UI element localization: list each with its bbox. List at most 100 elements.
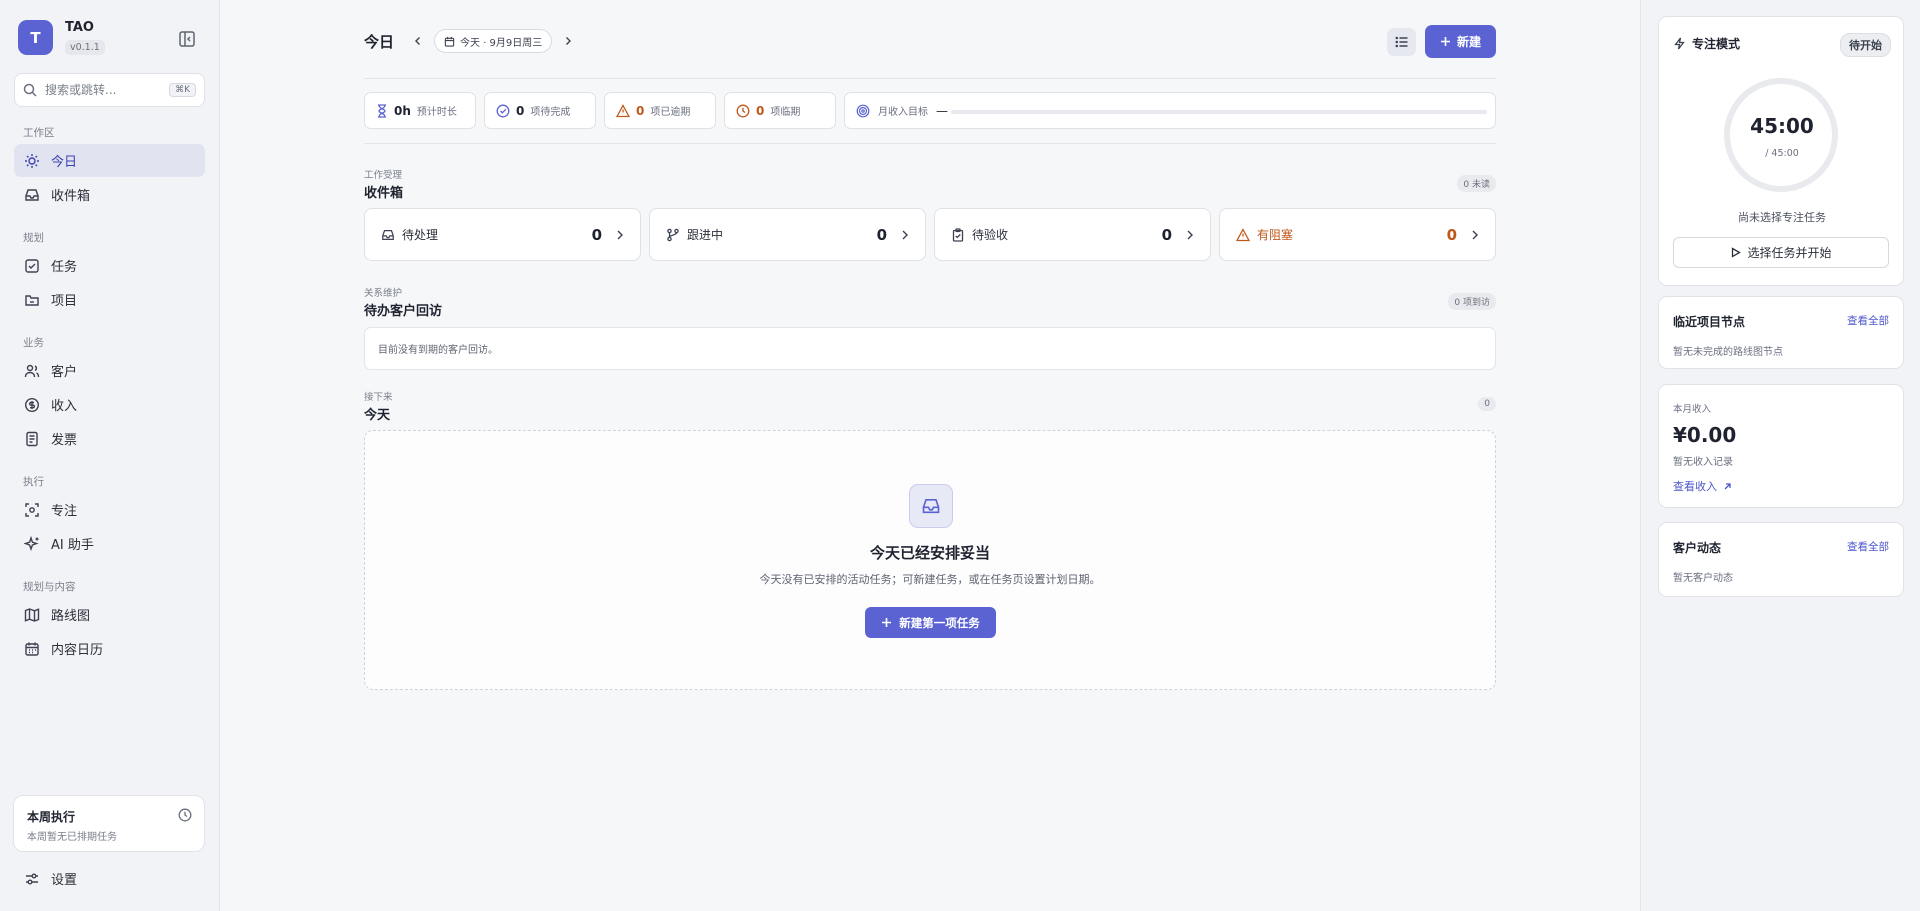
sidebar-item-clients[interactable]: 客户 — [14, 354, 205, 387]
sidebar-item-label: AI 助手 — [51, 538, 94, 553]
stat-label: 项已逾期 — [650, 107, 691, 118]
sidebar-item-income[interactable]: 收入 — [14, 388, 205, 421]
chevron-right-icon — [1471, 230, 1479, 240]
checkbox-icon — [24, 258, 40, 274]
stat-value: 0 — [636, 103, 645, 118]
today-kicker: 接下来 — [364, 392, 393, 403]
focus-mode-card: 专注模式 待开始 45:00 / 45:00 尚未选择专注任务 选择任务并开始 — [1658, 16, 1904, 286]
inbox-card-label: 跟进中 — [687, 228, 724, 242]
sidebar-item-label: 今日 — [51, 155, 78, 170]
sidebar-item-label: 内容日历 — [51, 643, 104, 658]
lightning-icon — [1673, 37, 1692, 50]
sidebar-item-ai-assistant[interactable]: AI 助手 — [14, 527, 205, 560]
sidebar-item-settings[interactable]: 设置 — [14, 862, 205, 895]
search-box[interactable]: ⌘K — [14, 73, 205, 107]
activity-title: 客户动态 — [1673, 541, 1722, 555]
sidebar-item-roadmap[interactable]: 路线图 — [14, 598, 205, 631]
inbox-icon — [381, 228, 395, 242]
inbox-card-blocked[interactable]: 有阻塞 0 — [1219, 208, 1496, 261]
sidebar-item-inbox[interactable]: 收件箱 — [14, 178, 205, 211]
sidebar-item-tasks[interactable]: 任务 — [14, 249, 205, 282]
sidebar-item-label: 任务 — [51, 260, 78, 275]
income-kicker: 本月收入 — [1673, 404, 1712, 415]
view-income-label: 查看收入 — [1673, 480, 1717, 493]
milestones-view-all-link[interactable]: 查看全部 — [1847, 313, 1889, 328]
stat-due-soon: 0 项临期 — [724, 92, 836, 129]
week-card-title: 本周执行 — [27, 810, 76, 824]
goal-label: 月收入目标 — [878, 107, 928, 118]
calendar-icon — [444, 36, 460, 47]
view-income-link[interactable]: 查看收入 — [1673, 478, 1732, 494]
sidebar-collapse-icon[interactable] — [176, 28, 198, 50]
nav-section-execution: 执行 — [23, 476, 44, 488]
warning-icon — [1236, 227, 1250, 242]
hourglass-icon — [376, 103, 388, 118]
stat-overdue: 0 项已逾期 — [604, 92, 716, 129]
inbox-card-count: 0 — [1446, 225, 1457, 244]
sidebar-item-label: 客户 — [51, 365, 78, 380]
chevron-right-icon — [901, 230, 909, 240]
week-execution-card[interactable]: 本周执行 本周暂无已排期任务 — [13, 795, 205, 852]
prev-day-icon[interactable] — [408, 31, 428, 51]
monthly-income-goal[interactable]: 月收入目标 — — [844, 92, 1496, 129]
activity-view-all-link[interactable]: 查看全部 — [1847, 539, 1889, 554]
new-first-task-button[interactable]: 新建第一项任务 — [865, 607, 996, 638]
chevron-right-icon — [1186, 230, 1194, 240]
search-input[interactable] — [45, 83, 170, 97]
nav-section-content: 规划与内容 — [23, 581, 76, 593]
app-name: TAO — [65, 20, 94, 35]
dollar-icon — [24, 397, 40, 413]
new-button[interactable]: 新建 — [1425, 25, 1496, 58]
sidebar-item-content-calendar[interactable]: 内容日历 — [14, 632, 205, 665]
sidebar-item-label: 专注 — [51, 504, 78, 519]
inbox-title: 收件箱 — [364, 186, 404, 201]
stat-value: 0 — [756, 103, 765, 118]
app-logo: T — [18, 20, 53, 55]
app-version: v0.1.1 — [65, 40, 105, 55]
sidebar-item-today[interactable]: 今日 — [14, 144, 205, 177]
brand: T TAO v0.1.1 — [18, 20, 105, 55]
sidebar-item-label: 收入 — [51, 399, 78, 414]
users-icon — [24, 363, 40, 379]
sidebar-item-projects[interactable]: 项目 — [14, 283, 205, 316]
inbox-card-following[interactable]: 跟进中 0 — [649, 208, 926, 261]
income-amount: ¥0.00 — [1673, 423, 1737, 447]
next-day-icon[interactable] — [558, 31, 578, 51]
file-icon — [24, 431, 40, 447]
stat-label: 项待完成 — [530, 107, 571, 118]
focus-icon — [24, 502, 40, 518]
focus-timer-time: 45:00 — [1750, 114, 1814, 138]
goal-progress-bar — [951, 110, 1487, 114]
clock-icon — [178, 808, 192, 822]
divider — [364, 143, 1496, 144]
activity-empty: 暂无客户动态 — [1673, 573, 1733, 584]
sidebar-item-invoices[interactable]: 发票 — [14, 422, 205, 455]
inbox-card-label: 有阻塞 — [1257, 228, 1294, 242]
git-branch-icon — [666, 228, 680, 242]
inbox-card-acceptance[interactable]: 待验收 0 — [934, 208, 1211, 261]
sidebar-item-focus[interactable]: 专注 — [14, 493, 205, 526]
inbox-card-count: 0 — [876, 225, 887, 244]
week-card-subtitle: 本周暂无已排期任务 — [27, 832, 117, 843]
folder-icon — [24, 292, 40, 308]
divider — [364, 78, 1496, 79]
new-button-label: 新建 — [1456, 35, 1481, 49]
list-view-button[interactable] — [1387, 28, 1416, 56]
inbox-card-label: 待处理 — [402, 228, 439, 242]
inbox-card-label: 待验收 — [972, 228, 1009, 242]
stats-bar: 0h 预计时长 0 项待完成 0 项已逾期 0 项临期 月收入目标 — — [364, 92, 1496, 129]
select-task-start-button[interactable]: 选择任务并开始 — [1673, 237, 1889, 268]
date-picker[interactable]: 今天 · 9月9日周三 — [434, 29, 553, 53]
inbox-card-count: 0 — [1161, 225, 1172, 244]
warning-icon — [616, 103, 630, 118]
monthly-income-card: 本月收入 ¥0.00 暂无收入记录 查看收入 — [1658, 384, 1904, 508]
income-empty: 暂无收入记录 — [1673, 457, 1733, 468]
milestones-empty: 暂无未完成的路线图节点 — [1673, 347, 1783, 358]
client-activity-card: 客户动态 查看全部 暂无客户动态 — [1658, 522, 1904, 597]
inbox-card-pending[interactable]: 待处理 0 — [364, 208, 641, 261]
clock-icon — [736, 104, 750, 118]
inbox-card-count: 0 — [591, 225, 602, 244]
arrow-up-right-icon — [1717, 482, 1732, 491]
select-task-start-label: 选择任务并开始 — [1747, 246, 1832, 260]
stat-value: 0h — [394, 103, 411, 118]
